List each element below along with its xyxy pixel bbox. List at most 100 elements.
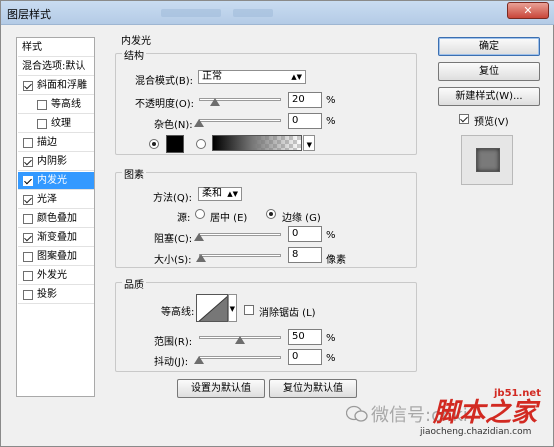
reset-button[interactable]: 复位	[438, 62, 540, 81]
wechat-logo	[345, 405, 368, 423]
contour-curve-icon	[198, 296, 227, 321]
blend-mode-value: 正常	[202, 71, 222, 82]
sidebar-item[interactable]: 等高线	[18, 96, 94, 114]
sidebar-item-label: 外发光	[37, 270, 67, 281]
size-input[interactable]: 8	[288, 247, 322, 263]
preview-checkbox[interactable]	[459, 114, 469, 124]
close-button[interactable]: ✕	[507, 2, 549, 19]
sidebar-item-checkbox[interactable]	[23, 81, 33, 91]
sidebar-item[interactable]: 投影	[18, 286, 94, 304]
elements-legend: 图素	[122, 166, 146, 181]
jitter-input[interactable]: 0	[288, 349, 322, 365]
sidebar-item-checkbox[interactable]	[23, 233, 33, 243]
choke-unit: %	[326, 230, 336, 241]
sidebar-item[interactable]: 光泽	[18, 191, 94, 209]
make-default-button[interactable]: 设置为默认值	[177, 379, 265, 398]
sidebar-item[interactable]: 图案叠加	[18, 248, 94, 266]
sidebar-item[interactable]: 描边	[18, 134, 94, 152]
panel-title: 内发光	[121, 36, 151, 47]
noise-slider[interactable]	[199, 119, 281, 122]
sidebar-item-label: 混合选项:默认	[22, 61, 86, 72]
color-radio[interactable]	[149, 139, 159, 149]
method-value: 柔和	[202, 188, 222, 199]
blend-mode-label: 混合模式(B):	[135, 76, 194, 87]
opacity-input[interactable]: 20	[288, 92, 322, 108]
noise-unit: %	[326, 116, 336, 127]
title-bar-blur	[161, 9, 221, 17]
choke-input[interactable]: 0	[288, 226, 322, 242]
sidebar-item-checkbox[interactable]	[23, 138, 33, 148]
source-center-radio[interactable]	[195, 209, 205, 219]
sidebar-item-label: 等高线	[51, 99, 81, 110]
sidebar-item-checkbox[interactable]	[23, 176, 33, 186]
gradient-radio[interactable]	[196, 139, 206, 149]
jitter-slider[interactable]	[199, 356, 281, 359]
choke-slider[interactable]	[199, 233, 281, 236]
range-input[interactable]: 50	[288, 329, 322, 345]
ok-button[interactable]: 确定	[438, 37, 540, 56]
method-label: 方法(Q):	[153, 193, 193, 204]
size-unit: 像素	[326, 255, 346, 266]
title-bar-blur	[233, 9, 273, 17]
source-label: 源:	[177, 213, 191, 224]
style-preview	[461, 135, 513, 185]
contour-label: 等高线:	[161, 307, 195, 318]
window-title: 图层样式	[7, 8, 51, 21]
preview-swatch	[476, 148, 500, 172]
sidebar-item[interactable]: 外发光	[18, 267, 94, 285]
jitter-label: 抖动(J):	[154, 357, 189, 368]
range-unit: %	[326, 333, 336, 344]
sidebar-item-label: 内发光	[37, 175, 67, 186]
sidebar-item-checkbox[interactable]	[23, 214, 33, 224]
opacity-slider-thumb[interactable]	[210, 98, 221, 106]
chevron-down-icon: ▼	[229, 305, 235, 313]
sidebar-item-label: 样式	[22, 42, 42, 53]
range-slider-thumb[interactable]	[235, 336, 245, 344]
chevron-down-icon: ▼	[306, 141, 312, 149]
sidebar-item-checkbox[interactable]	[37, 100, 47, 110]
opacity-unit: %	[326, 95, 336, 106]
glow-gradient-picker[interactable]	[212, 135, 302, 151]
source-edge-radio[interactable]	[266, 209, 276, 219]
contour-picker[interactable]	[196, 294, 228, 322]
anti-alias-checkbox[interactable]	[244, 305, 254, 315]
sidebar-item[interactable]: 斜面和浮雕	[18, 77, 94, 95]
opacity-label: 不透明度(O):	[135, 99, 195, 110]
size-slider-thumb[interactable]	[196, 254, 207, 262]
sidebar-item-checkbox[interactable]	[23, 271, 33, 281]
choke-label: 阻塞(C):	[154, 234, 193, 245]
size-slider[interactable]	[199, 254, 281, 257]
sidebar-item[interactable]: 渐变叠加	[18, 229, 94, 247]
sidebar-item-label: 渐变叠加	[37, 232, 77, 243]
anti-alias-label: 消除锯齿 (L)	[259, 308, 316, 319]
reset-default-button[interactable]: 复位为默认值	[269, 379, 357, 398]
new-style-button[interactable]: 新建样式(W)...	[438, 87, 540, 106]
contour-dropdown[interactable]: ▼	[228, 294, 237, 322]
close-icon: ✕	[523, 4, 533, 17]
sidebar-item-checkbox[interactable]	[37, 119, 47, 129]
sidebar-item[interactable]: 内发光	[18, 172, 94, 190]
sidebar-item-checkbox[interactable]	[23, 157, 33, 167]
sidebar-item[interactable]: 颜色叠加	[18, 210, 94, 228]
noise-label: 杂色(N):	[154, 120, 193, 131]
glow-color-swatch[interactable]	[166, 135, 184, 153]
sidebar-item[interactable]: 混合选项:默认	[18, 58, 94, 76]
wechat-icon	[345, 405, 368, 422]
style-list: 样式混合选项:默认斜面和浮雕等高线纹理 描边 内阴影内发光光泽 颜色叠加渐变叠加图案叠…	[16, 37, 95, 397]
sidebar-item[interactable]: 样式	[18, 39, 94, 57]
sidebar-item-label: 斜面和浮雕	[37, 80, 87, 91]
title-bar: 图层样式 ✕	[1, 1, 554, 25]
jitter-slider-thumb[interactable]	[194, 356, 204, 364]
choke-slider-thumb[interactable]	[194, 233, 204, 241]
sidebar-item-checkbox[interactable]	[23, 195, 33, 205]
sidebar-item[interactable]: 纹理	[18, 115, 94, 133]
noise-slider-thumb[interactable]	[194, 119, 204, 127]
sidebar-item-checkbox[interactable]	[23, 252, 33, 262]
gradient-dropdown[interactable]: ▼	[303, 135, 315, 151]
noise-input[interactable]: 0	[288, 113, 322, 129]
blend-mode-select[interactable]: 正常 ▲▼	[198, 70, 306, 84]
sidebar-item[interactable]: 内阴影	[18, 153, 94, 171]
method-select[interactable]: 柔和 ▲▼	[198, 187, 242, 201]
sidebar-item-label: 投影	[37, 289, 57, 300]
sidebar-item-checkbox[interactable]	[23, 290, 33, 300]
